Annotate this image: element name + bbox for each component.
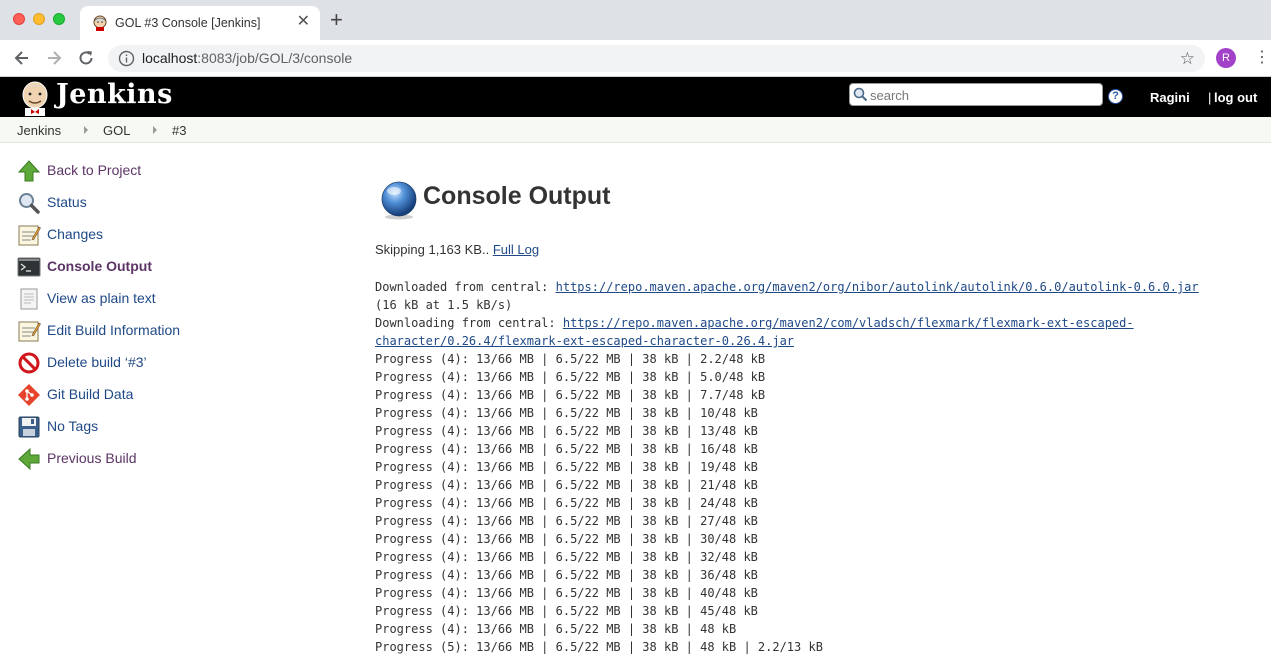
url-path: :8083/job/GOL/3/console bbox=[197, 50, 353, 66]
jenkins-favicon-icon bbox=[93, 15, 107, 31]
header-separator: | bbox=[1208, 90, 1212, 105]
sidebar-item-console-output[interactable]: Console Output bbox=[17, 255, 317, 279]
sidebar-item-no-tags[interactable]: No Tags bbox=[17, 415, 317, 439]
sidebar-item-label: Console Output bbox=[47, 258, 152, 274]
sidebar-item-label: Back to Project bbox=[47, 162, 142, 178]
browser-menu-icon[interactable]: ⋮ bbox=[1254, 48, 1270, 68]
magnifier-icon bbox=[19, 193, 40, 214]
sidebar-item-label: View as plain text bbox=[47, 290, 156, 306]
sidebar-item-git-build-data[interactable]: Git Build Data bbox=[17, 383, 317, 407]
sidebar-item-edit-build-info[interactable]: Edit Build Information bbox=[17, 319, 317, 343]
sidebar-item-label: Previous Build bbox=[47, 450, 137, 466]
console-progress-line: Progress (4): 13/66 MB | 6.5/22 MB | 38 … bbox=[375, 388, 766, 402]
console-line: (16 kB at 1.5 kB/s) bbox=[375, 298, 513, 312]
up-arrow-icon bbox=[17, 160, 41, 182]
skip-text: Skipping 1,163 KB.. bbox=[375, 242, 493, 257]
console-progress-line: Progress (4): 13/66 MB | 6.5/22 MB | 38 … bbox=[375, 550, 758, 564]
breadcrumb-chevron-icon[interactable] bbox=[153, 126, 157, 134]
console-progress-line: Progress (4): 13/66 MB | 6.5/22 MB | 38 … bbox=[375, 496, 758, 510]
console-output: Downloaded from central: https://repo.ma… bbox=[375, 278, 1271, 655]
console-progress-line: Progress (4): 13/66 MB | 6.5/22 MB | 38 … bbox=[375, 370, 766, 384]
sidebar-item-label: Status bbox=[47, 194, 87, 210]
jenkins-home-link[interactable]: Jenkins bbox=[56, 79, 173, 110]
console-progress-line: Progress (4): 13/66 MB | 6.5/22 MB | 38 … bbox=[375, 568, 758, 582]
window-minimize-button[interactable] bbox=[33, 13, 45, 25]
no-entry-icon bbox=[18, 352, 40, 374]
terminal-icon bbox=[17, 257, 41, 277]
sidebar-item-back-to-project[interactable]: Back to Project bbox=[17, 159, 317, 183]
browser-tab-bar: GOL #3 Console [Jenkins] ✕ + bbox=[0, 0, 1271, 40]
url-host: localhost bbox=[142, 50, 198, 66]
reload-icon[interactable] bbox=[77, 49, 95, 67]
console-text: Downloaded from central: bbox=[375, 280, 556, 294]
profile-avatar[interactable]: R bbox=[1216, 48, 1236, 68]
document-icon bbox=[20, 288, 38, 310]
sidebar-item-label: No Tags bbox=[47, 418, 99, 434]
console-progress-line: Progress (4): 13/66 MB | 6.5/22 MB | 38 … bbox=[375, 478, 758, 492]
console-progress-line: Progress (4): 13/66 MB | 6.5/22 MB | 38 … bbox=[375, 442, 758, 456]
console-line: Downloaded from central: https://repo.ma… bbox=[375, 278, 1271, 296]
help-icon[interactable]: ? bbox=[1108, 89, 1123, 104]
new-tab-button[interactable]: + bbox=[330, 9, 343, 31]
notepad-icon bbox=[18, 321, 41, 342]
git-icon bbox=[18, 384, 40, 406]
logout-link[interactable]: log out bbox=[1214, 90, 1257, 105]
console-text: Downloading from central: bbox=[375, 316, 563, 330]
console-progress-line: Progress (4): 13/66 MB | 6.5/22 MB | 38 … bbox=[375, 586, 758, 600]
search-box bbox=[849, 83, 1103, 106]
breadcrumb-jenkins[interactable]: Jenkins bbox=[17, 123, 61, 138]
console-progress-line: Progress (4): 13/66 MB | 6.5/22 MB | 38 … bbox=[375, 424, 758, 438]
search-icon bbox=[853, 87, 868, 102]
notepad-icon bbox=[18, 225, 41, 246]
user-link[interactable]: Ragini bbox=[1150, 90, 1190, 105]
back-arrow-icon[interactable] bbox=[13, 49, 31, 67]
console-progress-line: Progress (4): 13/66 MB | 6.5/22 MB | 38 … bbox=[375, 514, 758, 528]
console-progress-line: Progress (5): 13/66 MB | 6.5/22 MB | 38 … bbox=[375, 640, 823, 654]
console-progress-line: Progress (4): 13/66 MB | 6.5/22 MB | 38 … bbox=[375, 604, 758, 618]
breadcrumb-chevron-icon[interactable] bbox=[84, 126, 88, 134]
window-zoom-button[interactable] bbox=[53, 13, 65, 25]
breadcrumb: Jenkins GOL #3 bbox=[0, 117, 1271, 143]
sidebar-item-label: Git Build Data bbox=[47, 386, 134, 402]
jenkins-butler-logo-icon[interactable] bbox=[18, 80, 52, 116]
window-close-button[interactable] bbox=[13, 13, 25, 25]
sidebar-item-changes[interactable]: Changes bbox=[17, 223, 317, 247]
sidebar-item-label: Delete build ‘#3’ bbox=[47, 354, 147, 370]
sidebar-item-previous-build[interactable]: Previous Build bbox=[17, 447, 317, 471]
console-progress-line: Progress (4): 13/66 MB | 6.5/22 MB | 38 … bbox=[375, 406, 758, 420]
sidebar-item-label: Edit Build Information bbox=[47, 322, 181, 338]
full-log-link[interactable]: Full Log bbox=[493, 242, 539, 257]
artifact-link[interactable]: https://repo.maven.apache.org/maven2/org… bbox=[556, 280, 1199, 294]
tab-close-icon[interactable]: ✕ bbox=[297, 13, 310, 31]
console-line: Downloading from central: https://repo.m… bbox=[375, 314, 1271, 332]
sidebar-item-delete-build[interactable]: Delete build ‘#3’ bbox=[17, 351, 317, 375]
breadcrumb-build[interactable]: #3 bbox=[172, 123, 186, 138]
sidebar-item-view-plain-text[interactable]: View as plain text bbox=[17, 287, 317, 311]
address-bar[interactable]: localhost:8083/job/GOL/3/console ☆ bbox=[108, 45, 1205, 72]
breadcrumb-gol[interactable]: GOL bbox=[103, 123, 130, 138]
jenkins-header: Jenkins ? Ragini | log out bbox=[0, 77, 1271, 117]
browser-toolbar: localhost:8083/job/GOL/3/console ☆ R ⋮ bbox=[0, 40, 1271, 77]
console-line: character/0.26.4/flexmark-ext-escaped-ch… bbox=[375, 332, 1271, 350]
sidebar-item-label: Changes bbox=[47, 226, 104, 242]
left-arrow-icon bbox=[18, 447, 40, 471]
console-progress-line: Progress (4): 13/66 MB | 6.5/22 MB | 38 … bbox=[375, 532, 758, 546]
artifact-link[interactable]: character/0.26.4/flexmark-ext-escaped-ch… bbox=[375, 334, 794, 348]
page-title: Console Output bbox=[423, 182, 611, 210]
sidebar-item-status[interactable]: Status bbox=[17, 191, 317, 215]
site-info-icon[interactable] bbox=[118, 50, 135, 67]
console-progress-line: Progress (4): 13/66 MB | 6.5/22 MB | 38 … bbox=[375, 352, 766, 366]
artifact-link[interactable]: https://repo.maven.apache.org/maven2/com… bbox=[563, 316, 1134, 330]
forward-arrow-icon[interactable] bbox=[45, 49, 63, 67]
bookmark-star-icon[interactable]: ☆ bbox=[1180, 49, 1195, 69]
browser-tab-active[interactable]: GOL #3 Console [Jenkins] ✕ bbox=[80, 6, 320, 40]
build-status-ball-icon bbox=[381, 181, 417, 220]
url-text: localhost:8083/job/GOL/3/console bbox=[142, 50, 352, 66]
skipping-notice: Skipping 1,163 KB.. Full Log bbox=[375, 242, 539, 257]
search-input[interactable] bbox=[870, 86, 1098, 104]
console-progress-line: Progress (4): 13/66 MB | 6.5/22 MB | 38 … bbox=[375, 622, 737, 636]
console-progress-line: Progress (4): 13/66 MB | 6.5/22 MB | 38 … bbox=[375, 460, 758, 474]
floppy-icon bbox=[18, 416, 40, 438]
tab-title: GOL #3 Console [Jenkins] bbox=[115, 16, 261, 30]
